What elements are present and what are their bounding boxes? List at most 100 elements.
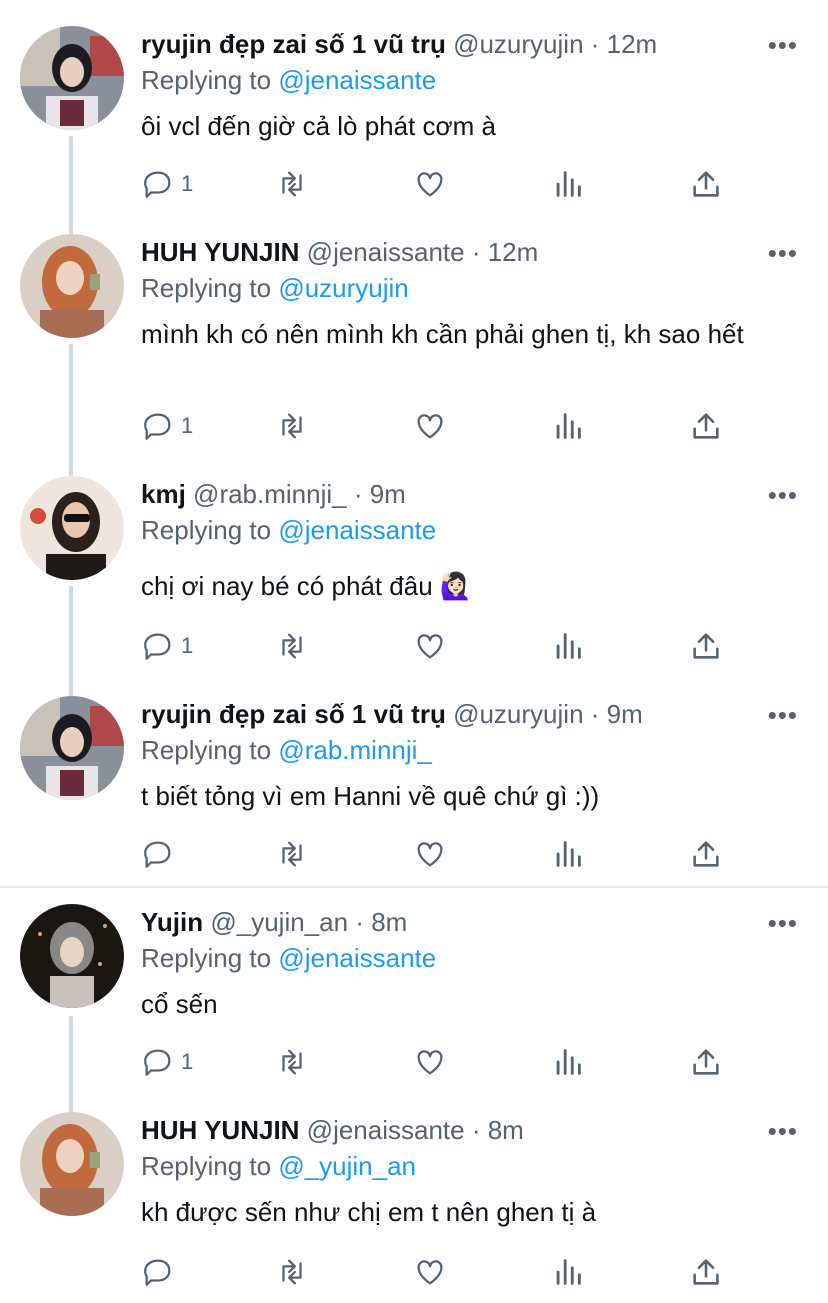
replying-to: Replying to @jenaissante [141,62,436,98]
tweet-header: ryujin đẹp zai số 1 vũ trụ @uzuryujin · … [141,26,657,62]
reply-button[interactable]: 1 [141,406,193,446]
display-name[interactable]: kmj [141,479,186,509]
thread-line [69,1016,73,1112]
tweet-header: HUH YUNJIN @jenaissante · 8m [141,1112,524,1148]
analytics-button[interactable] [551,626,585,666]
tweet-actions: 1 [141,626,741,666]
thread-line [69,586,73,696]
more-options-icon[interactable]: ••• [768,1116,798,1147]
mention-link[interactable]: @_yujin_an [278,1151,416,1181]
retweet-button[interactable] [275,164,309,204]
analytics-button[interactable] [551,1252,585,1292]
analytics-button[interactable] [551,406,585,446]
replying-to: Replying to @jenaissante [141,940,436,976]
retweet-button[interactable] [275,406,309,446]
like-button[interactable] [413,164,447,204]
avatar[interactable] [20,476,124,580]
analytics-button[interactable] [551,834,585,874]
tweet-actions: 1 [141,164,741,204]
like-button[interactable] [413,406,447,446]
handle[interactable]: @jenaissante [307,237,465,267]
timestamp[interactable]: 8m [488,1115,524,1145]
retweet-button[interactable] [275,1252,309,1292]
reply-button[interactable]: 1 [141,164,193,204]
tweet-header: HUH YUNJIN @jenaissante · 12m [141,234,538,270]
tweet-header: ryujin đẹp zai số 1 vũ trụ @uzuryujin · … [141,696,643,732]
handle[interactable]: @uzuryujin [453,699,583,729]
more-options-icon[interactable]: ••• [768,908,798,939]
timestamp[interactable]: 9m [607,699,643,729]
mention-link[interactable]: @jenaissante [278,515,436,545]
like-button[interactable] [413,834,447,874]
avatar[interactable] [20,904,124,1008]
retweet-button[interactable] [275,1042,309,1082]
timestamp[interactable]: 9m [370,479,406,509]
mention-link[interactable]: @jenaissante [278,943,436,973]
mention-link[interactable]: @rab.minnji_ [278,735,432,765]
mention-link[interactable]: @jenaissante [278,65,436,95]
like-button[interactable] [413,1252,447,1292]
display-name[interactable]: HUH YUNJIN [141,237,299,267]
handle[interactable]: @jenaissante [307,1115,465,1145]
more-options-icon[interactable]: ••• [768,30,798,61]
replying-to: Replying to @jenaissante [141,512,436,548]
thread-line [69,344,73,476]
display-name[interactable]: ryujin đẹp zai số 1 vũ trụ [141,699,446,729]
tweet-text: mình kh có nên mình kh cần phải ghen tị,… [141,319,744,349]
display-name[interactable]: ryujin đẹp zai số 1 vũ trụ [141,29,446,59]
separator: · [348,907,372,937]
tweet-text: ôi vcl đến giờ cả lò phát cơm à [141,111,496,141]
avatar[interactable] [20,234,124,338]
share-button[interactable] [689,1042,723,1082]
handle[interactable]: @rab.minnji_ [193,479,347,509]
share-button[interactable] [689,1252,723,1292]
more-options-icon[interactable]: ••• [768,700,798,731]
like-button[interactable] [413,1042,447,1082]
tweet-text: t biết tỏng vì em Hanni về quê chứ gì :)… [141,781,600,811]
analytics-icon [556,413,581,439]
replying-label: Replying to [141,735,279,765]
mention-link[interactable]: @uzuryujin [278,273,408,303]
share-icon [693,633,719,659]
heart-icon [417,414,443,439]
reply-icon [144,841,171,868]
tweet-actions [141,834,741,874]
timestamp[interactable]: 12m [488,237,539,267]
reply-button[interactable] [141,1252,181,1292]
avatar[interactable] [20,1112,124,1216]
timestamp[interactable]: 12m [607,29,658,59]
reply-button[interactable]: 1 [141,1042,193,1082]
retweet-icon [282,1259,302,1285]
like-button[interactable] [413,626,447,666]
heart-icon [417,1260,443,1285]
share-button[interactable] [689,626,723,666]
handle[interactable]: @uzuryujin [453,29,583,59]
reply-button[interactable]: 1 [141,626,193,666]
replying-label: Replying to [141,1151,279,1181]
avatar[interactable] [20,696,124,800]
replying-label: Replying to [141,273,279,303]
handle[interactable]: @_yujin_an [210,907,348,937]
share-button[interactable] [689,164,723,204]
share-button[interactable] [689,834,723,874]
retweet-icon [282,413,302,439]
retweet-button[interactable] [275,834,309,874]
timestamp[interactable]: 8m [371,907,407,937]
display-name[interactable]: Yujin [141,907,203,937]
display-name[interactable]: HUH YUNJIN [141,1115,299,1145]
separator: · [464,237,488,267]
retweet-icon [282,841,302,867]
reply-icon [144,1049,171,1076]
replying-to: Replying to @uzuryujin [141,270,409,306]
share-button[interactable] [689,406,723,446]
analytics-icon [556,171,581,197]
avatar[interactable] [20,26,124,130]
separator: · [346,479,370,509]
analytics-button[interactable] [551,1042,585,1082]
reply-button[interactable] [141,834,181,874]
more-options-icon[interactable]: ••• [768,480,798,511]
analytics-button[interactable] [551,164,585,204]
retweet-button[interactable] [275,626,309,666]
more-options-icon[interactable]: ••• [768,238,798,269]
reply-icon [144,413,171,440]
